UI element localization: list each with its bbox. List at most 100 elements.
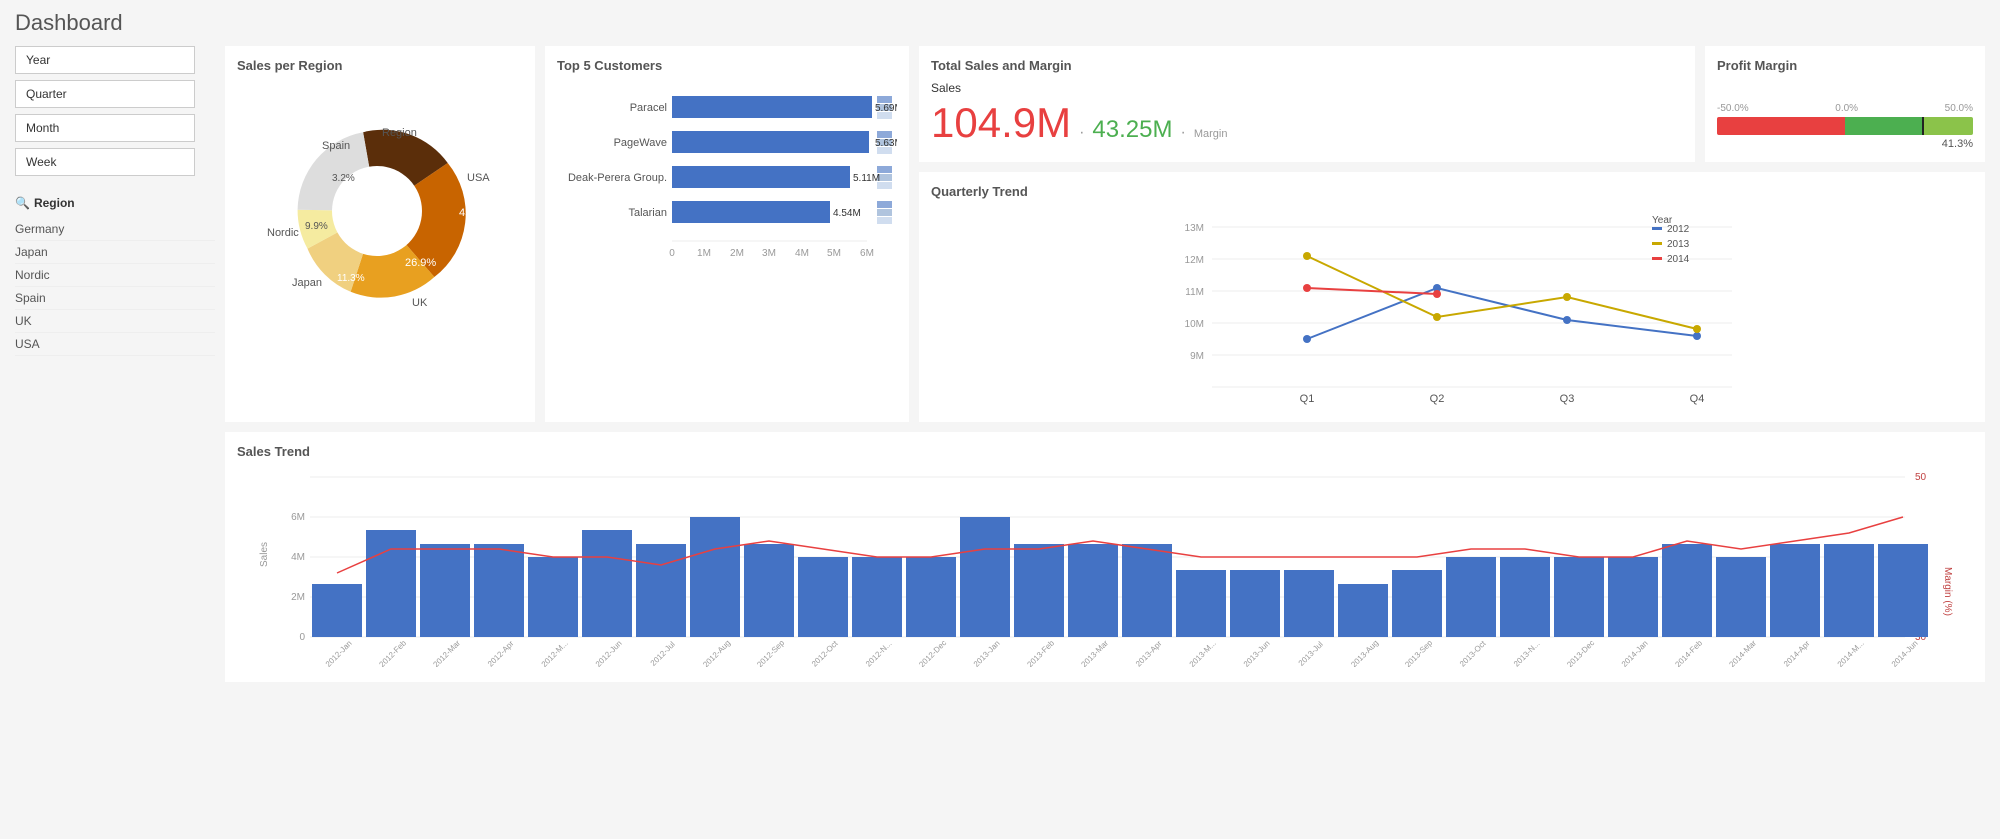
svg-text:Q4: Q4 [1690, 393, 1705, 405]
svg-text:PageWave: PageWave [614, 137, 667, 149]
profit-bar [1717, 117, 1973, 135]
japan-label: Japan [292, 277, 322, 289]
svg-text:0: 0 [669, 248, 675, 259]
svg-text:5.11M: 5.11M [853, 173, 880, 184]
svg-text:2013-Aug: 2013-Aug [1349, 638, 1380, 667]
region-item-spain[interactable]: Spain [15, 287, 215, 310]
svg-text:2013-Dec: 2013-Dec [1565, 638, 1596, 667]
svg-text:2012-Jan: 2012-Jan [324, 639, 354, 667]
sidebar: Year Quarter Month Week 🔍 Region Germany… [15, 46, 215, 682]
svg-text:2012-M...: 2012-M... [540, 639, 570, 667]
sales-trend-chart: 0 2M 4M 6M Sales 30 40 50 Margin (%) [237, 467, 1973, 667]
svg-text:Q3: Q3 [1560, 393, 1575, 405]
region-title: 🔍 Region [15, 196, 215, 210]
svg-text:2012-Dec: 2012-Dec [917, 638, 948, 667]
uk-pct: 26.9% [405, 257, 436, 269]
quarterly-trend-panel: Quarterly Trend 13M 12M [919, 172, 1985, 422]
separator: · [1079, 124, 1084, 142]
svg-text:4M: 4M [291, 552, 305, 563]
search-icon: 🔍 [15, 196, 30, 210]
top-customers-panel: Top 5 Customers Paracel PageWave Deak-Pe… [545, 46, 909, 422]
margin-label: Margin [1194, 128, 1228, 140]
separator2: · [1180, 124, 1185, 142]
svg-text:3M: 3M [762, 248, 776, 259]
svg-text:11M: 11M [1185, 287, 1204, 298]
svg-text:2012-Aug: 2012-Aug [701, 638, 732, 667]
region-item-nordic[interactable]: Nordic [15, 264, 215, 287]
top-row: Sales per Region [225, 46, 1985, 422]
svg-text:13M: 13M [1185, 223, 1204, 234]
svg-text:50: 50 [1915, 472, 1927, 483]
svg-text:2014: 2014 [1667, 254, 1690, 265]
uk-label: UK [412, 297, 428, 309]
svg-text:2013-Jan: 2013-Jan [972, 639, 1002, 667]
svg-text:2013-Jun: 2013-Jun [1242, 639, 1272, 667]
svg-text:2012-Jul: 2012-Jul [649, 640, 677, 667]
svg-text:2014-M...: 2014-M... [1836, 639, 1866, 667]
profit-min-label: -50.0% [1717, 103, 1749, 114]
sales-label: Sales [931, 81, 1683, 95]
right-summary: Total Sales and Margin Sales 104.9M · 43… [919, 46, 1985, 422]
svg-text:2013-Apr: 2013-Apr [1134, 639, 1164, 667]
svg-text:2014-Apr: 2014-Apr [1782, 639, 1812, 667]
region-item-japan[interactable]: Japan [15, 241, 215, 264]
region-item-uk[interactable]: UK [15, 310, 215, 333]
svg-text:2012-Jun: 2012-Jun [594, 639, 624, 667]
svg-text:Paracel: Paracel [630, 102, 667, 114]
quarterly-trend-title: Quarterly Trend [931, 184, 1973, 199]
customers-bar-chart: Paracel PageWave Deak-Perera Group. Tala… [557, 81, 897, 281]
quarter-filter-button[interactable]: Quarter [15, 80, 195, 108]
sales-trend-panel: Sales Trend 0 2M 4M 6M Sales [225, 432, 1985, 682]
japan-pct: 11.3% [337, 273, 365, 284]
svg-text:2013-Sep: 2013-Sep [1403, 638, 1434, 667]
svg-text:2014-Jan: 2014-Jan [1620, 639, 1650, 667]
donut-chart: USA UK Japan Nordic Spain Region 45.5% 2… [237, 81, 517, 341]
svg-text:4M: 4M [795, 248, 809, 259]
month-filter-button[interactable]: Month [15, 114, 195, 142]
quarterly-trend-chart: 13M 12M 11M 10M 9M Q1 Q2 Q3 Q4 [931, 207, 1973, 407]
profit-margin-chart: -50.0% 0.0% 50.0% [1717, 103, 1973, 150]
profit-margin-title: Profit Margin [1717, 58, 1973, 73]
profit-value: 41.3% [1717, 138, 1973, 150]
region-item-germany[interactable]: Germany [15, 218, 215, 241]
svg-text:2013-Oct: 2013-Oct [1458, 638, 1488, 667]
profit-mid-label: 0.0% [1835, 103, 1858, 114]
svg-text:2M: 2M [291, 592, 305, 603]
svg-text:2013-Feb: 2013-Feb [1025, 638, 1056, 667]
year-filter-button[interactable]: Year [15, 46, 195, 74]
svg-text:5.69M: 5.69M [875, 103, 897, 114]
svg-text:4.54M: 4.54M [833, 208, 861, 219]
region-label: Region [382, 127, 417, 139]
svg-text:9M: 9M [1190, 351, 1204, 362]
dashboard: Dashboard Year Quarter Month Week 🔍 Regi… [0, 0, 2000, 692]
page-title: Dashboard [15, 10, 1985, 36]
nordic-pct: 9.9% [305, 221, 328, 232]
sales-trend-title: Sales Trend [237, 444, 1973, 459]
sales-per-region-panel: Sales per Region [225, 46, 535, 422]
svg-text:2013-Mar: 2013-Mar [1079, 638, 1110, 667]
svg-text:Q1: Q1 [1300, 393, 1315, 405]
region-section: 🔍 Region Germany Japan Nordic Spain UK U… [15, 196, 215, 356]
sales-values: 104.9M · 43.25M · Margin [931, 99, 1683, 147]
svg-text:2013-N...: 2013-N... [1512, 639, 1542, 667]
nordic-label: Nordic [267, 227, 299, 239]
svg-text:Deak-Perera Group.: Deak-Perera Group. [568, 172, 667, 184]
svg-text:1M: 1M [697, 248, 711, 259]
total-sales-panel: Total Sales and Margin Sales 104.9M · 43… [919, 46, 1695, 162]
usa-pct: 45.5% [459, 207, 490, 219]
svg-text:2014-Mar: 2014-Mar [1727, 638, 1758, 667]
svg-text:2M: 2M [730, 248, 744, 259]
svg-text:2013-M...: 2013-M... [1188, 639, 1218, 667]
svg-text:2014-Feb: 2014-Feb [1673, 638, 1704, 667]
svg-text:Sales: Sales [259, 542, 270, 567]
sales-per-region-title: Sales per Region [237, 58, 523, 73]
summary-top: Total Sales and Margin Sales 104.9M · 43… [919, 46, 1985, 162]
svg-text:5.63M: 5.63M [875, 138, 897, 149]
svg-text:5M: 5M [827, 248, 841, 259]
region-item-usa[interactable]: USA [15, 333, 215, 356]
svg-text:Q2: Q2 [1430, 393, 1445, 405]
week-filter-button[interactable]: Week [15, 148, 195, 176]
svg-text:6M: 6M [860, 248, 874, 259]
profit-margin-panel: Profit Margin -50.0% 0.0% 50.0% [1705, 46, 1985, 162]
margin-value: 43.25M [1092, 116, 1172, 144]
